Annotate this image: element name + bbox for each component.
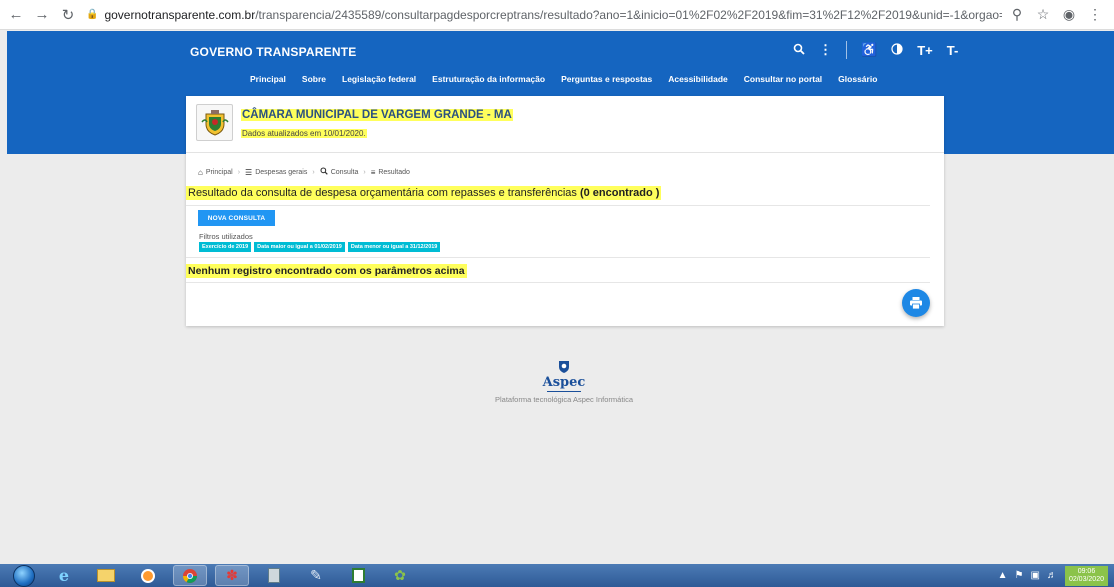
- calculator-icon[interactable]: [257, 565, 291, 586]
- more-vertical-icon[interactable]: ⋮: [819, 42, 832, 58]
- nav-sobre[interactable]: Sobre: [302, 74, 326, 84]
- contrast-icon[interactable]: [891, 42, 903, 58]
- back-arrow-icon[interactable]: ←: [6, 5, 26, 25]
- search-icon: [320, 167, 328, 177]
- org-divider: [186, 152, 944, 153]
- zoom-icon[interactable]: ⚲: [1006, 6, 1028, 23]
- taskbar-clock[interactable]: 09:06 02/03/2020: [1064, 565, 1108, 586]
- url-host: governotransparente.com.br: [104, 7, 256, 22]
- start-button[interactable]: [13, 564, 35, 587]
- clock-time: 09:06: [1077, 567, 1096, 575]
- aspec-logo: Aspec: [479, 360, 649, 392]
- main-nav: Principal Sobre Legislação federal Estru…: [250, 74, 893, 84]
- site-brand[interactable]: GOVERNO TRANSPARENTE: [190, 45, 356, 59]
- printer-icon: [910, 297, 922, 310]
- font-increase-icon[interactable]: T+: [917, 43, 933, 58]
- result-count: (0 encontrado ): [579, 187, 660, 199]
- profile-icon[interactable]: ◉: [1058, 6, 1080, 23]
- menu-dots-icon[interactable]: ⋮: [1084, 6, 1106, 23]
- nav-estruturacao-informacao[interactable]: Estruturação da informação: [432, 74, 545, 84]
- tools-divider: [846, 41, 847, 59]
- list-icon: ≡: [370, 167, 376, 177]
- breadcrumb-principal[interactable]: ⌂ Principal: [198, 168, 233, 177]
- bookmark-star-icon[interactable]: ☆: [1032, 6, 1054, 23]
- section-divider: [186, 257, 930, 258]
- municipal-crest-icon: [196, 104, 233, 141]
- home-icon: ⌂: [198, 167, 203, 177]
- org-block: CÂMARA MUNICIPAL DE VARGEM GRANDE - MA D…: [196, 104, 513, 141]
- new-query-button[interactable]: NOVA CONSULTA: [198, 210, 275, 226]
- clock-date: 02/03/2020: [1068, 575, 1104, 583]
- internet-explorer-icon[interactable]: e: [47, 565, 81, 586]
- forward-arrow-icon[interactable]: →: [32, 5, 52, 25]
- tray-expand-icon[interactable]: ▲: [998, 570, 1008, 581]
- print-button[interactable]: [902, 289, 930, 317]
- font-decrease-icon[interactable]: T-: [947, 43, 959, 58]
- nav-perguntas-respostas[interactable]: Perguntas e respostas: [561, 74, 652, 84]
- nav-legislacao-federal[interactable]: Legislação federal: [342, 74, 416, 84]
- footer-text: Plataforma tecnológica Aspec Informática: [495, 395, 633, 404]
- system-tray: ▲ ⚑ ▣ ♬ 09:06 02/03/2020: [991, 564, 1108, 587]
- chrome-icon[interactable]: [173, 565, 207, 586]
- nav-consultar-portal[interactable]: Consultar no portal: [744, 74, 822, 84]
- filter-chip-data-fim: Data menor ou igual a 31/12/2019: [347, 242, 441, 252]
- accessibility-icon[interactable]: ♿: [861, 42, 877, 58]
- network-warning-icon[interactable]: ⚑: [1015, 570, 1024, 581]
- os-taskbar: e ✽ ✎ ✿ ▲ ⚑ ▣ ♬ 09:06 02/03/2020: [0, 564, 1114, 587]
- header-tools: ⋮ ♿ T+ T-: [793, 41, 972, 59]
- section-divider: [186, 282, 930, 283]
- breadcrumb-resultado: ≡ Resultado: [370, 167, 410, 177]
- breadcrumb-consulta[interactable]: Consulta: [320, 167, 358, 177]
- org-name: CÂMARA MUNICIPAL DE VARGEM GRANDE - MA: [241, 108, 513, 121]
- paint-app-icon[interactable]: ✽: [215, 565, 249, 586]
- volume-icon[interactable]: ♬: [1047, 570, 1057, 581]
- breadcrumb-despesas-gerais[interactable]: ☰ Despesas gerais: [245, 168, 307, 177]
- breadcrumb-separator: ›: [363, 168, 366, 176]
- leaf-app-icon[interactable]: ✿: [383, 565, 417, 586]
- org-updated-date: Dados atualizados em 10/01/2020.: [241, 128, 367, 138]
- filters-list: Exercício de 2019 Data maior ou igual a …: [199, 242, 443, 252]
- filters-label: Filtros utilizados: [199, 232, 253, 241]
- section-divider: [186, 205, 930, 206]
- footer-brand: Aspec: [542, 375, 586, 390]
- content-card: CÂMARA MUNICIPAL DE VARGEM GRANDE - MA D…: [186, 96, 944, 326]
- file-explorer-icon[interactable]: [89, 565, 123, 586]
- search-icon[interactable]: [793, 43, 805, 58]
- breadcrumb-separator: ›: [237, 168, 241, 176]
- aspec-shield-icon: [559, 361, 569, 373]
- filter-chip-exercicio: Exercício de 2019: [199, 242, 252, 252]
- nav-principal[interactable]: Principal: [250, 74, 286, 84]
- no-records-message: Nenhum registro encontrado com os parâme…: [186, 264, 467, 278]
- notepad-icon[interactable]: ✎: [299, 565, 333, 586]
- nav-acessibilidade[interactable]: Acessibilidade: [668, 74, 728, 84]
- footer-brand-underline: [547, 391, 581, 392]
- browser-toolbar: ← → ↻ 🔒 governotransparente.com.br/trans…: [0, 0, 1114, 30]
- filter-chip-data-inicio: Data maior ou igual a 01/02/2019: [254, 242, 345, 252]
- lock-icon: 🔒: [86, 9, 99, 20]
- address-bar[interactable]: 🔒 governotransparente.com.br/transparenc…: [86, 4, 1002, 26]
- breadcrumb-separator: ›: [312, 168, 315, 176]
- url-path: /transparencia/2435589/consultarpagdespo…: [255, 7, 1002, 22]
- reload-icon[interactable]: ↻: [58, 5, 78, 25]
- menu-lines-icon: ☰: [245, 167, 253, 177]
- media-player-icon[interactable]: [131, 565, 165, 586]
- display-icon[interactable]: ▣: [1031, 570, 1040, 581]
- result-title-text: Resultado da consulta de despesa orçamen…: [188, 187, 577, 199]
- spreadsheet-icon[interactable]: [341, 565, 375, 586]
- nav-glossario[interactable]: Glossário: [838, 74, 877, 84]
- site-footer: Aspec Plataforma tecnológica Aspec Infor…: [479, 360, 649, 404]
- result-title: Resultado da consulta de despesa orçamen…: [186, 186, 662, 200]
- breadcrumb: ⌂ Principal › ☰ Despesas gerais › Consul…: [198, 167, 410, 177]
